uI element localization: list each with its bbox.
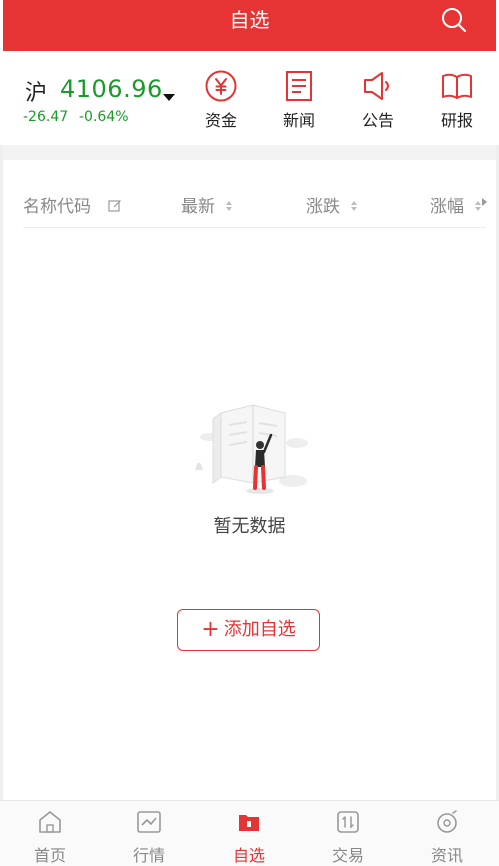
tab-home[interactable]: 首页 <box>15 809 85 866</box>
shortcut-funds[interactable]: 资金 <box>191 69 251 131</box>
section-divider <box>3 145 496 160</box>
speaker-icon <box>364 72 389 100</box>
document-icon <box>286 71 312 101</box>
add-watchlist-button[interactable]: + 添加自选 <box>177 609 320 651</box>
tab-watchlist[interactable]: 自选 <box>214 809 284 866</box>
column-label: 涨幅 <box>430 197 464 217</box>
book-icon <box>442 73 472 99</box>
watchlist-column-header: 名称代码 最新 涨跌 涨幅 <box>3 160 496 228</box>
shortcut-label: 公告 <box>361 111 394 130</box>
left-gutter <box>0 145 3 800</box>
empty-state-message: 暂无数据 <box>213 516 286 537</box>
shortcut-research[interactable]: 研报 <box>427 69 487 131</box>
shortcut-label: 研报 <box>440 111 473 130</box>
tab-news[interactable]: 资讯 <box>412 809 482 866</box>
market-index-bar: 沪 4106.96 -26.47 -0.64% 资金 新闻 公告 研报 <box>3 51 496 145</box>
news-icon <box>437 810 457 833</box>
tab-market[interactable]: 行情 <box>114 809 184 866</box>
chart-icon <box>137 811 161 833</box>
tab-label: 自选 <box>232 846 265 865</box>
tab-label: 首页 <box>33 846 66 865</box>
shortcut-announcements[interactable]: 公告 <box>348 69 408 131</box>
shortcut-label: 新闻 <box>282 111 315 130</box>
index-change: -26.47 <box>23 109 69 125</box>
caret-down-icon[interactable] <box>163 94 175 101</box>
shortcut-news[interactable]: 新闻 <box>269 69 329 131</box>
trade-icon <box>337 811 359 833</box>
app-header: 自选 <box>3 0 496 51</box>
column-label: 涨跌 <box>306 197 340 217</box>
column-change[interactable]: 涨跌 <box>306 192 358 217</box>
column-label: 名称代码 <box>23 197 91 217</box>
home-icon <box>39 811 61 833</box>
column-latest[interactable]: 最新 <box>181 192 233 217</box>
watchlist-icon <box>239 815 259 831</box>
search-icon[interactable] <box>440 6 468 34</box>
page-title: 自选 <box>229 8 270 32</box>
bottom-tab-bar: 首页 行情 自选 交易 资讯 <box>0 800 499 866</box>
empty-state-illustration <box>195 404 308 494</box>
column-label: 最新 <box>181 197 215 217</box>
column-change-pct[interactable]: 涨幅 <box>430 192 482 217</box>
plus-icon: + <box>201 617 220 642</box>
header-divider <box>23 227 486 228</box>
tab-trade[interactable]: 交易 <box>313 809 383 866</box>
sort-icon <box>226 201 233 211</box>
scroll-right-icon[interactable] <box>482 198 487 206</box>
tab-label: 资讯 <box>430 846 463 865</box>
index-change-pct: -0.64% <box>79 109 129 125</box>
column-name-code[interactable]: 名称代码 <box>23 192 122 217</box>
edit-icon[interactable] <box>108 199 122 213</box>
sort-icon <box>351 201 358 211</box>
yuan-circle-icon <box>205 70 237 102</box>
shortcut-label: 资金 <box>204 111 237 130</box>
tab-label: 行情 <box>132 846 165 865</box>
index-value: 4106.96 <box>60 75 163 103</box>
tab-label: 交易 <box>331 846 364 865</box>
index-name: 沪 <box>25 81 48 106</box>
add-button-label: 添加自选 <box>223 619 296 640</box>
